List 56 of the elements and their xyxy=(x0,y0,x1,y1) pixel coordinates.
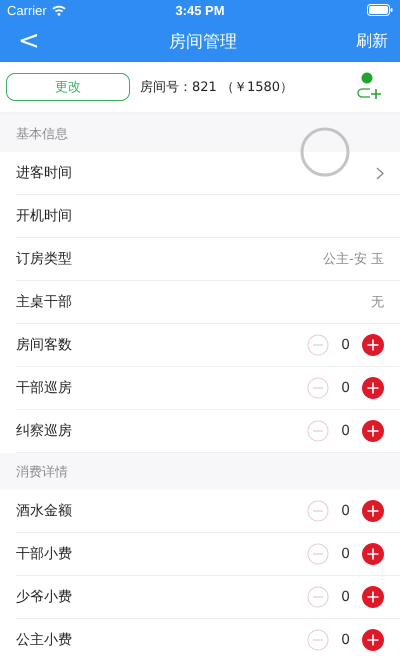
count-value: 0 xyxy=(341,632,350,648)
back-button[interactable]: < xyxy=(18,26,58,56)
room-number: 房间号：821 （￥1580） xyxy=(140,79,294,96)
page-title: 房间管理 xyxy=(169,30,237,52)
plus-icon xyxy=(362,420,384,442)
plus-button[interactable] xyxy=(362,334,384,356)
minus-icon xyxy=(307,629,330,651)
plus-button[interactable] xyxy=(362,420,384,442)
status-time: 3:45 PM xyxy=(175,2,225,18)
minus-icon xyxy=(307,543,330,565)
minus-icon xyxy=(307,500,330,522)
carrier-label: Carrier xyxy=(7,2,47,18)
row-label: 干部巡房 xyxy=(16,379,72,397)
row-label: 少爷小费 xyxy=(16,588,72,606)
row-label: 房间客数 xyxy=(16,336,72,354)
plus-button[interactable] xyxy=(362,629,384,651)
add-person-icon xyxy=(356,72,382,102)
minus-icon xyxy=(307,420,330,442)
minus-icon xyxy=(307,334,330,356)
row-label: 干部小费 xyxy=(16,545,72,563)
minus-icon xyxy=(307,586,330,608)
count-value: 0 xyxy=(341,589,350,605)
row-label: 进客时间 xyxy=(16,164,72,182)
list-item[interactable]: 进客时间 xyxy=(16,152,400,195)
row-label: 主桌干部 xyxy=(16,293,72,311)
row-value: 无 xyxy=(371,294,384,311)
plus-icon xyxy=(362,500,384,522)
row-label: 纠察巡房 xyxy=(16,422,72,440)
count-value: 0 xyxy=(341,423,350,439)
row-label: 开机时间 xyxy=(16,207,72,225)
row-label: 酒水金额 xyxy=(16,502,72,520)
count-value: 0 xyxy=(341,380,350,396)
plus-button[interactable] xyxy=(362,377,384,399)
row-label: 公主小费 xyxy=(16,631,72,649)
plus-icon xyxy=(362,543,384,565)
add-user-button[interactable] xyxy=(356,72,382,102)
minus-icon xyxy=(307,377,330,399)
plus-button[interactable] xyxy=(362,500,384,522)
plus-button[interactable] xyxy=(362,543,384,565)
chevron-right-icon xyxy=(376,166,384,180)
section-header: 消费详情 xyxy=(0,453,400,490)
count-value: 0 xyxy=(341,337,350,353)
plus-icon xyxy=(362,377,384,399)
plus-icon xyxy=(362,629,384,651)
row-value: 公主-安 玉 xyxy=(323,251,384,268)
row-label: 订房类型 xyxy=(16,250,72,268)
battery-icon xyxy=(366,4,393,16)
plus-button[interactable] xyxy=(362,586,384,608)
section-header: 基本信息 xyxy=(0,115,400,152)
wifi-icon xyxy=(52,4,66,16)
count-value: 0 xyxy=(341,503,350,519)
change-button[interactable]: 更改 xyxy=(6,73,130,101)
count-value: 0 xyxy=(341,546,350,562)
plus-icon xyxy=(362,586,384,608)
plus-icon xyxy=(362,334,384,356)
refresh-button[interactable]: 刷新 xyxy=(348,30,388,52)
